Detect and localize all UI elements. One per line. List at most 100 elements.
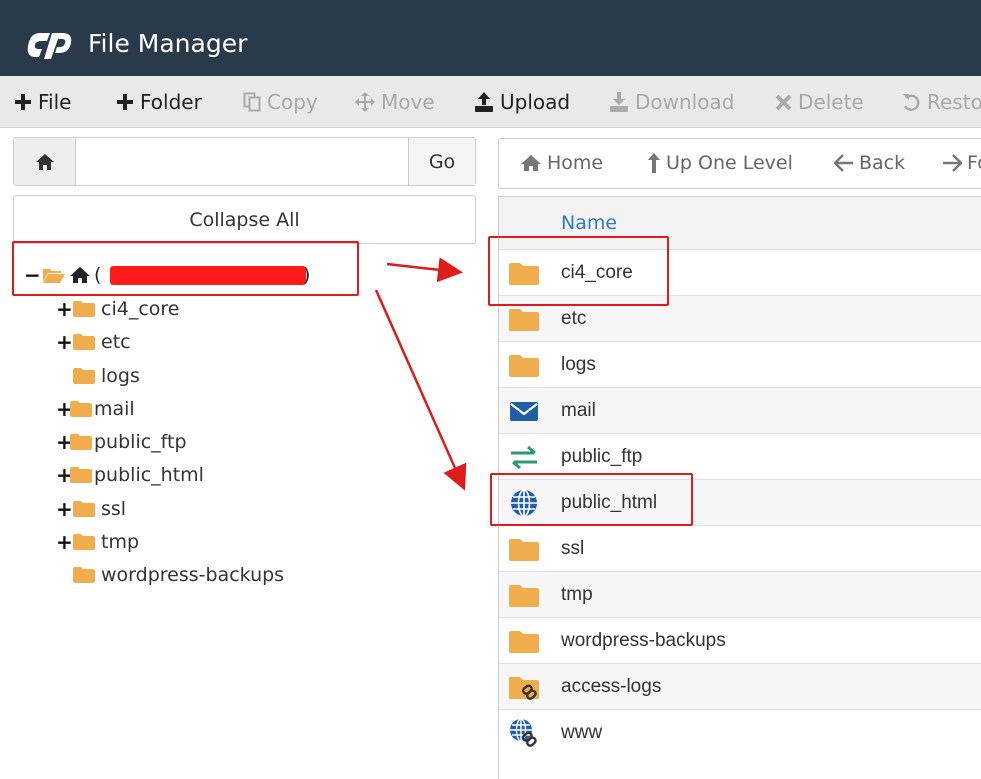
tree-item-label: logs [101, 365, 140, 387]
folder-icon [509, 539, 539, 561]
forward-button[interactable]: Fo [942, 152, 981, 174]
tree-item-label: tmp [101, 531, 140, 553]
upload-button[interactable]: Upload [474, 89, 570, 115]
new-folder-button[interactable]: Folder [116, 89, 202, 115]
file-row[interactable]: ssl [499, 526, 981, 572]
upload-label: Upload [500, 90, 571, 114]
restore-button[interactable]: Resto [902, 89, 981, 115]
tree-item-label: wordpress-backups [101, 564, 285, 586]
file-name: wordpress-backups [561, 630, 726, 651]
tree-item[interactable]: + public_ftp [56, 429, 187, 455]
copy-icon [243, 92, 261, 112]
folder-icon [73, 301, 95, 317]
expand-toggle[interactable]: + [56, 497, 73, 521]
file-row[interactable]: mail [499, 388, 981, 434]
plus-icon [15, 94, 31, 110]
file-name: tmp [561, 584, 593, 605]
undo-icon [903, 93, 920, 111]
path-bar: Go [13, 137, 476, 186]
annotation-box-ci4-core [488, 236, 669, 306]
file-name: access-logs [561, 676, 662, 697]
file-row[interactable]: tmp [499, 572, 981, 618]
folder-icon [73, 501, 95, 517]
expand-toggle[interactable]: + [56, 430, 73, 454]
new-file-label: File [38, 90, 72, 114]
copy-button[interactable]: Copy [243, 89, 318, 115]
tree-item-label: etc [101, 331, 131, 353]
expand-toggle[interactable]: + [56, 530, 73, 554]
home-nav-label: Home [547, 152, 604, 174]
tree-item[interactable]: + tmp [56, 529, 139, 555]
tree-item[interactable]: + etc [56, 329, 131, 355]
file-name: ssl [561, 538, 585, 559]
path-input[interactable] [77, 138, 409, 185]
restore-label: Resto [927, 90, 981, 114]
delete-button[interactable]: Delete [775, 89, 864, 115]
transfer-arrows-icon [511, 445, 537, 470]
file-row[interactable]: logs [499, 342, 981, 388]
folder-icon [70, 467, 92, 483]
file-row[interactable]: www [499, 710, 981, 756]
file-row[interactable]: access-logs [499, 664, 981, 710]
expand-toggle[interactable]: + [56, 463, 73, 487]
go-button[interactable]: Go [408, 138, 475, 185]
file-row[interactable]: wordpress-backups [499, 618, 981, 664]
copy-label: Copy [267, 90, 318, 114]
tree-item-label: mail [94, 398, 135, 420]
up-one-level-label: Up One Level [666, 152, 793, 174]
app-title: File Manager [88, 29, 248, 58]
new-folder-label: Folder [140, 90, 202, 114]
download-icon [610, 92, 628, 112]
download-button[interactable]: Download [609, 89, 734, 115]
file-name: logs [561, 354, 596, 375]
move-arrows-icon [355, 92, 375, 112]
tree-item-label: ci4_core [101, 298, 180, 320]
tree-item[interactable]: + ci4_core [56, 296, 179, 322]
globe-link-icon [510, 718, 537, 747]
home-button[interactable] [14, 138, 76, 185]
delete-label: Delete [798, 90, 864, 114]
expand-toggle[interactable]: + [56, 297, 73, 321]
close-icon [775, 94, 792, 110]
tree-item-label: public_ftp [94, 431, 187, 453]
envelope-icon [510, 402, 538, 421]
expand-toggle[interactable]: + [56, 397, 73, 421]
tree-item[interactable]: + public_html [56, 462, 204, 488]
file-name: www [561, 722, 603, 743]
back-button[interactable]: Back [834, 152, 905, 174]
download-label: Download [635, 90, 735, 114]
up-one-level-button[interactable]: Up One Level [647, 152, 793, 174]
folder-icon [509, 631, 539, 653]
file-name: public_ftp [561, 446, 643, 467]
collapse-all-button[interactable]: Collapse All [13, 195, 476, 244]
home-icon [521, 155, 541, 171]
folder-icon [70, 434, 92, 450]
home-nav-button[interactable]: Home [520, 152, 603, 174]
tree-item-label: ssl [101, 498, 127, 520]
home-icon [35, 153, 54, 170]
name-column-header[interactable]: Name [561, 212, 617, 234]
folder-icon [73, 368, 95, 384]
tree-item[interactable]: + mail [56, 396, 135, 422]
annotation-box-root [12, 241, 359, 296]
folder-icon [73, 334, 95, 350]
arrow-right-icon [943, 154, 962, 172]
tree-item[interactable]: wordpress-backups [73, 562, 284, 588]
folder-icon [73, 567, 95, 583]
expand-toggle[interactable]: + [56, 330, 73, 354]
plus-icon [117, 94, 133, 110]
tree-item[interactable]: logs [73, 363, 140, 389]
app-header: File Manager [0, 0, 981, 76]
tree-item[interactable]: + ssl [56, 496, 126, 522]
file-name: mail [561, 400, 596, 421]
new-file-button[interactable]: File [14, 89, 71, 115]
folder-icon [509, 585, 539, 607]
move-button[interactable]: Move [355, 89, 435, 115]
toolbar: File Folder Copy Move Upload Download De… [0, 76, 981, 128]
folder-icon [509, 309, 539, 331]
folder-icon [509, 355, 539, 377]
folder-icon [73, 534, 95, 550]
file-name: etc [561, 308, 587, 329]
move-label: Move [381, 90, 435, 114]
navigation-bar: Home Up One Level Back Fo [498, 138, 981, 189]
